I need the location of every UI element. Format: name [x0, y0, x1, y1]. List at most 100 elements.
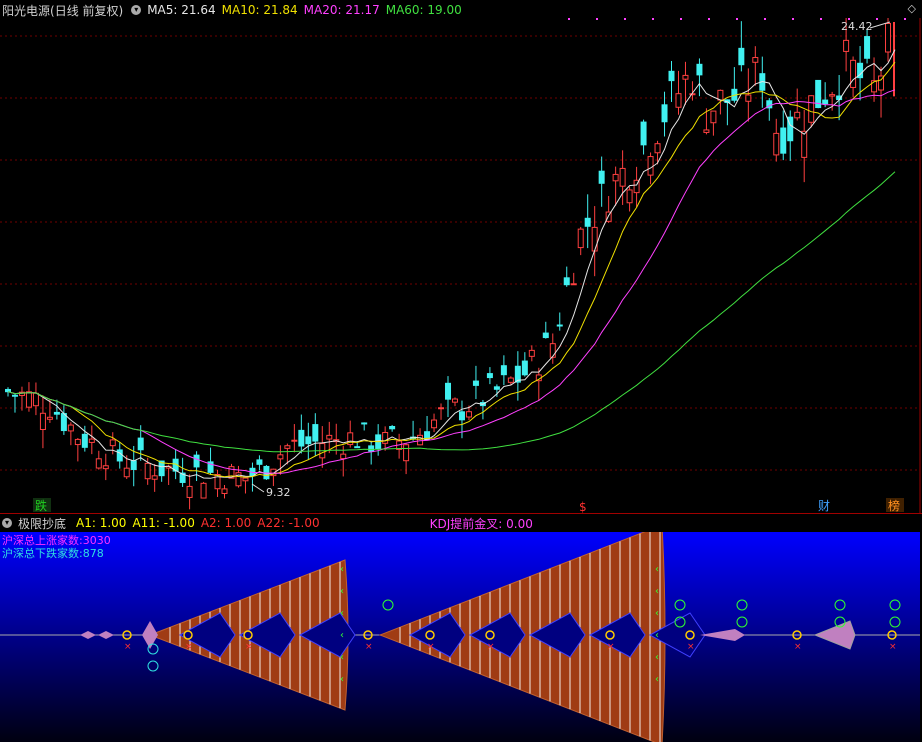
candle-body	[193, 454, 200, 468]
candle-body	[668, 70, 675, 82]
indicator-pane[interactable]: 沪深总上涨家数:3030 沪深总下跌家数:878 × × × × × × × × × × ‹ ‹ ‹ ‹ ‹…	[0, 532, 922, 742]
top-dot	[680, 18, 682, 20]
ma10-value: MA10: 21.84	[221, 3, 298, 17]
candle-body	[95, 458, 102, 469]
indicator-name: 极限抄底	[18, 516, 67, 531]
candle-body	[291, 439, 298, 442]
candle-body	[549, 343, 556, 358]
edge-chevron: ‹	[340, 608, 344, 619]
candle-series	[5, 18, 895, 510]
candle-body	[801, 130, 808, 158]
candle-body	[11, 394, 18, 397]
candle-body	[354, 446, 361, 449]
edge-chevron: ‹	[340, 652, 344, 663]
candle-body	[682, 74, 689, 80]
candle-body	[710, 110, 717, 124]
signal-cross: ×	[427, 642, 435, 652]
marker-bang[interactable]: 榜	[888, 498, 900, 513]
candle-body	[717, 89, 724, 101]
candle-body	[445, 382, 452, 400]
ma20-line	[7, 89, 896, 474]
candle-body	[703, 129, 710, 133]
a2-value: A2: 1.00	[200, 516, 252, 530]
price-grid	[0, 18, 920, 471]
candle-body	[850, 59, 857, 88]
period-label: (日线 前复权)	[50, 3, 124, 18]
top-dot	[904, 18, 906, 20]
candle-body	[137, 437, 144, 451]
candle-body	[368, 445, 375, 452]
ma5-value: MA5: 21.64	[147, 3, 216, 17]
rise-count-label: 沪深总上涨家数:3030	[2, 533, 111, 547]
candle-body	[661, 104, 668, 123]
signal-cross: ×	[124, 642, 132, 652]
candle-body	[780, 127, 787, 154]
candle-body	[81, 433, 88, 448]
signal-cross: ×	[365, 642, 373, 652]
signal-cross: ×	[889, 642, 897, 652]
a11-value: A11: -1.00	[132, 516, 195, 530]
candle-body	[200, 482, 207, 499]
ma-lines	[7, 49, 896, 479]
edge-chevron: ‹	[340, 674, 344, 685]
candlestick-chart[interactable]: 24.42 9.32 跌 $ 财 榜	[0, 18, 922, 514]
candle-body	[507, 377, 514, 383]
candle-body	[389, 425, 396, 430]
candle-body	[465, 411, 472, 418]
top-dot	[736, 18, 738, 20]
edge-chevron: ‹	[340, 630, 344, 641]
a1-value: A1: 1.00	[76, 516, 127, 530]
candle-body	[451, 398, 458, 403]
marker-cai[interactable]: 财	[818, 499, 830, 513]
candle-body	[298, 429, 305, 447]
candle-body	[584, 217, 591, 227]
candle-body	[305, 436, 312, 445]
candle-body	[647, 156, 654, 176]
chevron-down-icon[interactable]: ▾	[2, 518, 12, 528]
top-dot	[876, 18, 878, 20]
candle-body	[102, 465, 109, 470]
candle-body	[521, 360, 528, 376]
candle-body	[361, 422, 368, 425]
signal-cross: ×	[245, 642, 253, 652]
top-dot	[624, 18, 626, 20]
fall-count-label: 沪深总下跌家数:878	[2, 546, 104, 560]
edge-chevron: ‹	[655, 674, 659, 685]
candle-body	[486, 373, 493, 379]
signal-cross: ×	[185, 642, 193, 652]
a22-value: A22: -1.00	[257, 516, 320, 530]
candle-body	[5, 388, 11, 393]
candle-body	[619, 167, 626, 187]
candle-body	[829, 94, 836, 97]
top-dot	[792, 18, 794, 20]
ma10-line	[7, 61, 896, 478]
stock-name: 阳光电源	[2, 3, 51, 18]
marker-dollar[interactable]: $	[579, 500, 587, 514]
candle-body	[745, 94, 752, 102]
candle-body	[242, 477, 249, 482]
chevron-down-icon[interactable]: ▾	[131, 5, 142, 15]
edge-chevron: ‹	[655, 608, 659, 619]
ma60-value: MA60: 19.00	[385, 3, 462, 17]
diamond-icon[interactable]: ◇	[908, 2, 916, 15]
candle-body	[116, 449, 123, 462]
marker-die[interactable]: 跌	[35, 498, 47, 513]
candle-body	[843, 39, 850, 52]
candle-body	[284, 445, 291, 449]
candle-body	[53, 411, 60, 415]
candle-body	[438, 407, 445, 410]
top-dot	[820, 18, 822, 20]
candle-body	[472, 380, 479, 386]
candle-body	[32, 392, 39, 407]
indicator-header: ▾ 极限抄底 A1: 1.00 A11: -1.00 A2: 1.00 A22:…	[0, 514, 922, 532]
trading-chart-window: 阳光电源 (日线 前复权) ▾ MA5: 21.64 MA10: 21.84 MA…	[0, 0, 922, 742]
candle-body	[39, 412, 46, 431]
low-price-label: 9.32	[266, 486, 291, 499]
candle-body	[458, 411, 465, 421]
signal-cross: ×	[794, 642, 802, 652]
candle-body	[752, 57, 759, 63]
high-price-label: 24.42	[841, 20, 873, 33]
candle-body	[598, 170, 605, 184]
ma5-line	[7, 49, 896, 479]
candle-body	[808, 95, 815, 123]
